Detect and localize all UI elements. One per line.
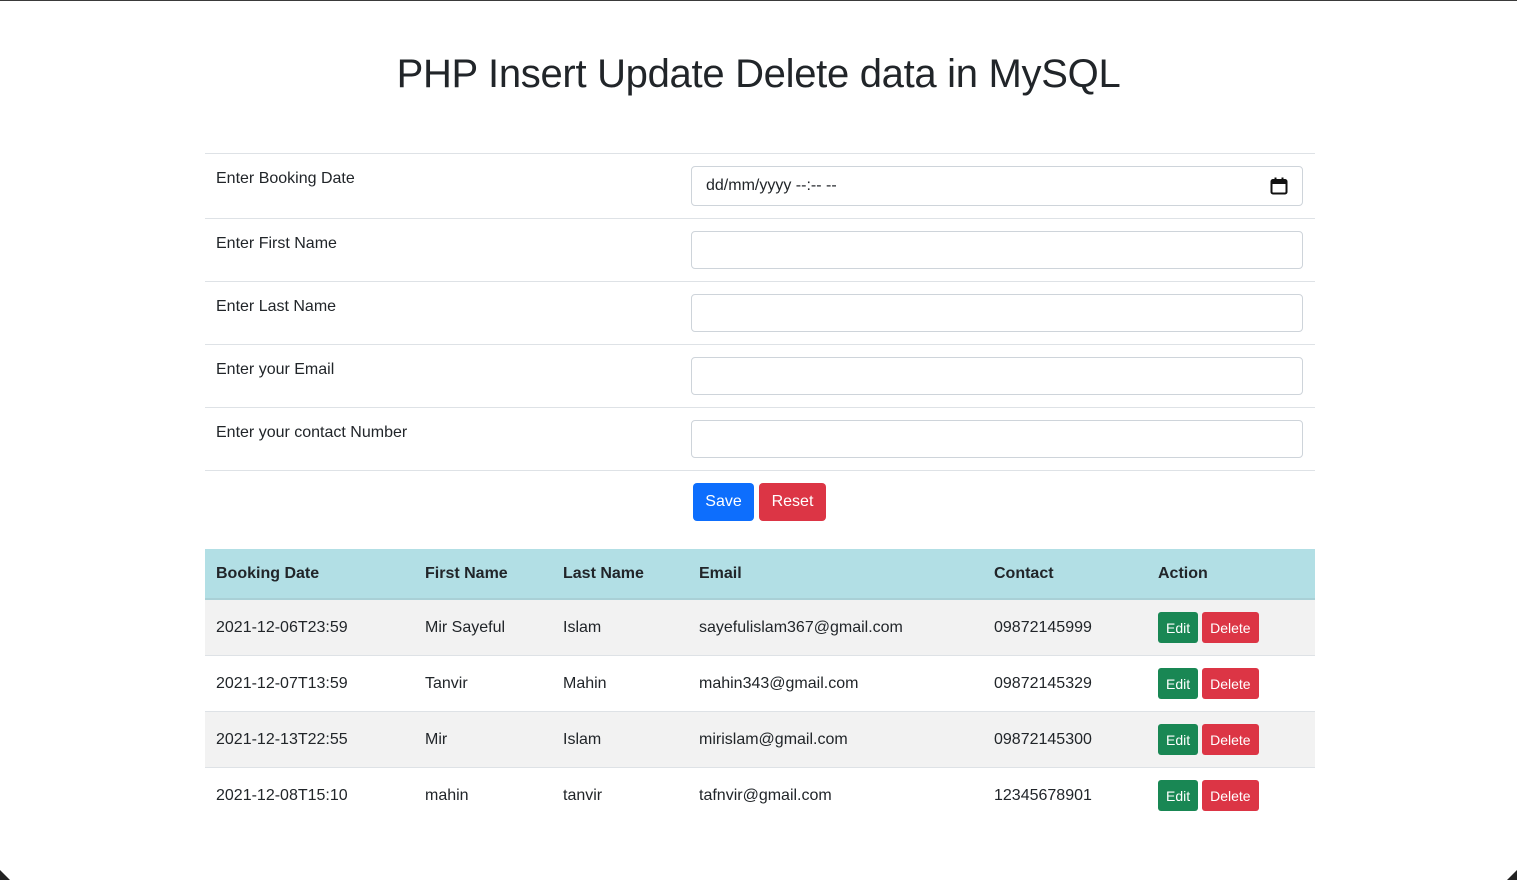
- header-last-name: Last Name: [552, 549, 688, 600]
- first-name-input[interactable]: [691, 231, 1303, 269]
- cell-last-name: Islam: [552, 599, 688, 656]
- header-contact: Contact: [983, 549, 1147, 600]
- booking-date-placeholder: dd/mm/yyyy --:-- --: [706, 177, 837, 194]
- edit-button[interactable]: Edit: [1158, 612, 1199, 643]
- edit-button[interactable]: Edit: [1158, 780, 1199, 811]
- cell-action: Edit Delete: [1147, 599, 1315, 656]
- delete-button[interactable]: Delete: [1202, 724, 1259, 755]
- table-row: 2021-12-08T15:10 mahin tanvir tafnvir@gm…: [205, 768, 1315, 824]
- cell-booking-date: 2021-12-08T15:10: [216, 786, 348, 804]
- email-input[interactable]: [691, 357, 1303, 395]
- cell-contact: 09872145999: [983, 599, 1147, 656]
- cell-email: tafnvir@gmail.com: [699, 786, 832, 804]
- cell-booking-date: 2021-12-07T13:59: [205, 655, 414, 712]
- form-row-contact: Enter your contact Number: [205, 408, 1315, 471]
- cell-last-name: Islam: [552, 711, 688, 768]
- table-row: 2021-12-07T13:59 Tanvir Mahin mahin343@g…: [205, 655, 1315, 712]
- page-title: PHP Insert Update Delete data in MySQL: [396, 52, 1121, 96]
- delete-button[interactable]: Delete: [1202, 780, 1259, 811]
- cell-action: Edit Delete: [1147, 711, 1315, 768]
- cell-last-name: tanvir: [563, 786, 603, 804]
- booking-date-label: Enter Booking Date: [216, 170, 355, 187]
- header-first-name: First Name: [414, 549, 552, 600]
- form-row-first-name: Enter First Name: [205, 219, 1315, 282]
- save-button[interactable]: Save: [693, 483, 754, 521]
- edit-button[interactable]: Edit: [1158, 668, 1199, 699]
- cell-first-name: Mir Sayeful: [414, 599, 552, 656]
- form-row-booking-date: Enter Booking Date dd/mm/yyyy --:-- --: [205, 154, 1315, 219]
- header-action: Action: [1147, 549, 1315, 600]
- table-row: 2021-12-13T22:55 Mir Islam mirislam@gmai…: [205, 711, 1315, 768]
- reset-button[interactable]: Reset: [759, 483, 826, 521]
- bookings-table: Booking Date First Name Last Name Email …: [205, 549, 1315, 823]
- cell-email: sayefulislam367@gmail.com: [688, 599, 983, 656]
- form-row-email: Enter your Email: [205, 345, 1315, 408]
- form-actions: Save Reset: [693, 483, 826, 521]
- cell-contact: 09872145329: [983, 655, 1147, 712]
- cell-first-name: Mir: [414, 711, 552, 768]
- contact-input[interactable]: [691, 420, 1303, 458]
- form-row-last-name: Enter Last Name: [205, 282, 1315, 345]
- last-name-input[interactable]: [691, 294, 1303, 332]
- header-email: Email: [688, 549, 983, 600]
- cell-action: Edit Delete: [1147, 655, 1315, 712]
- table-header-row: Booking Date First Name Last Name Email …: [205, 549, 1315, 600]
- cell-contact: 09872145300: [983, 711, 1147, 768]
- edit-button[interactable]: Edit: [1158, 724, 1199, 755]
- cell-first-name: Tanvir: [414, 655, 552, 712]
- calendar-icon[interactable]: [1270, 177, 1288, 195]
- delete-button[interactable]: Delete: [1202, 668, 1259, 699]
- window-top-border: [0, 0, 1517, 1]
- window-corner-left: [0, 870, 10, 880]
- header-booking-date: Booking Date: [205, 549, 414, 600]
- cell-booking-date: 2021-12-06T23:59: [205, 599, 414, 656]
- last-name-label: Enter Last Name: [216, 298, 337, 315]
- email-label: Enter your Email: [216, 361, 335, 378]
- booking-form: Enter Booking Date dd/mm/yyyy --:-- -- E…: [205, 153, 1315, 471]
- delete-button[interactable]: Delete: [1202, 612, 1259, 643]
- contact-label: Enter your contact Number: [216, 424, 408, 441]
- first-name-label: Enter First Name: [216, 235, 337, 252]
- cell-email: mirislam@gmail.com: [688, 711, 983, 768]
- cell-contact: 12345678901: [994, 786, 1092, 804]
- cell-email: mahin343@gmail.com: [688, 655, 983, 712]
- window-corner-right: [1507, 870, 1517, 880]
- booking-date-input[interactable]: dd/mm/yyyy --:-- --: [691, 166, 1303, 206]
- cell-first-name: mahin: [425, 786, 469, 804]
- cell-booking-date: 2021-12-13T22:55: [205, 711, 414, 768]
- cell-action: Edit Delete: [1147, 768, 1315, 824]
- table-row: 2021-12-06T23:59 Mir Sayeful Islam sayef…: [205, 599, 1315, 656]
- cell-last-name: Mahin: [552, 655, 688, 712]
